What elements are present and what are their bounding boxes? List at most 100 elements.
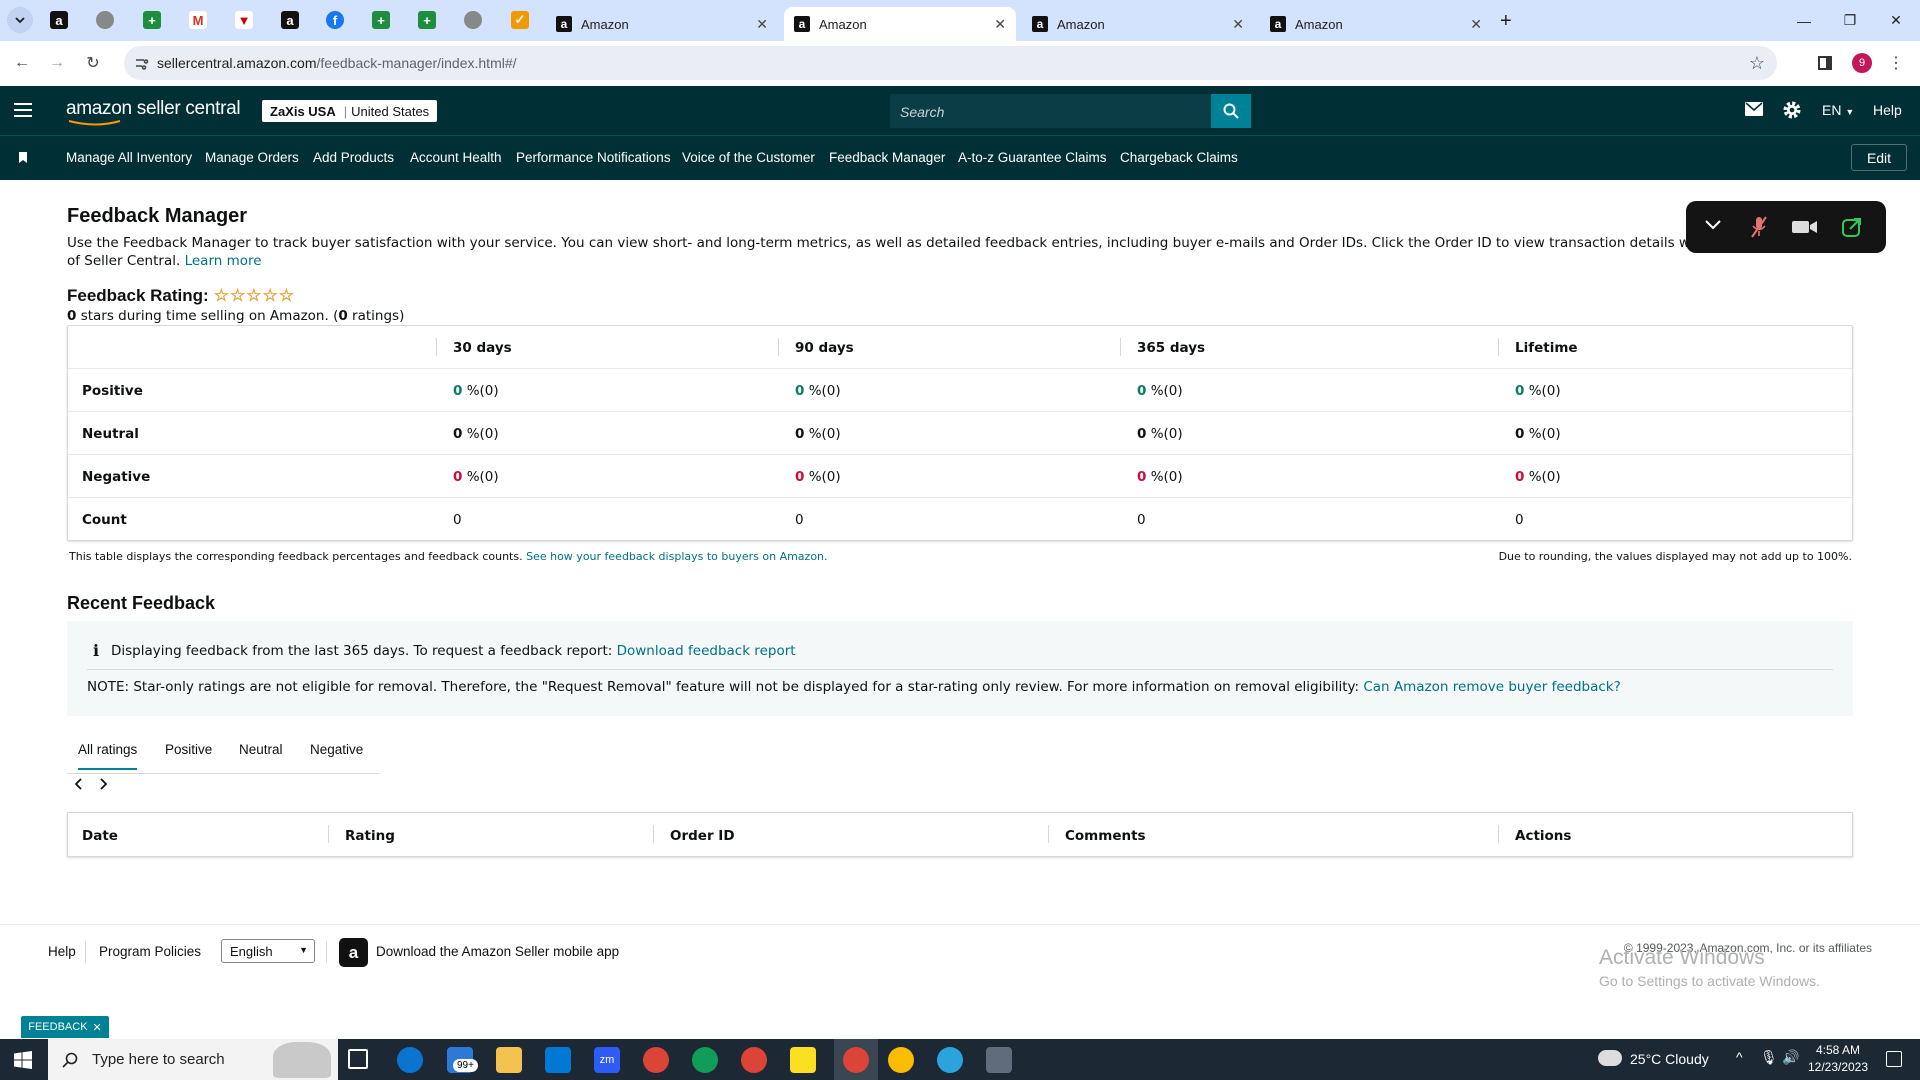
restore-button[interactable]: ❐ xyxy=(1827,0,1873,41)
nav-item-account-health[interactable]: Account Health xyxy=(410,150,502,165)
bookmark-icon[interactable] xyxy=(19,152,27,163)
close-icon[interactable]: ✕ xyxy=(93,1021,102,1034)
clock-time[interactable]: 4:58 AM xyxy=(1808,1043,1868,1057)
program-policies-link[interactable]: Program Policies xyxy=(99,944,201,959)
settings-button[interactable] xyxy=(1782,100,1802,120)
reload-button[interactable]: ↻ xyxy=(81,51,105,75)
sticky-notes-icon[interactable] xyxy=(790,1047,816,1073)
nav-item-atoz-claims[interactable]: A-to-z Guarantee Claims xyxy=(958,150,1107,165)
site-info-icon[interactable] xyxy=(134,55,150,71)
pinned-tab-app[interactable]: ✓ xyxy=(503,7,537,33)
collapse-button[interactable] xyxy=(1704,219,1722,231)
pinned-tab-sheets[interactable]: + xyxy=(135,7,169,33)
footer-language-select[interactable]: English ▼ xyxy=(221,939,315,963)
feedback-widget-tab[interactable]: FEEDBACK ✕ xyxy=(21,1016,109,1038)
new-tab-button[interactable]: + xyxy=(1500,10,1512,33)
footer-help-link[interactable]: Help xyxy=(48,944,76,959)
chrome-icon[interactable] xyxy=(888,1047,914,1073)
address-bar[interactable]: sellercentral.amazon.com/feedback-manage… xyxy=(124,46,1777,80)
column-header-order-id[interactable]: Order ID xyxy=(670,828,735,844)
seller-central-logo[interactable]: amazon seller central xyxy=(66,98,241,126)
pinned-tab-gmail[interactable]: M xyxy=(181,7,215,33)
chevron-up-icon[interactable]: ^ xyxy=(1736,1049,1743,1065)
browser-tab[interactable]: a Amazon ✕ xyxy=(1022,7,1254,41)
file-explorer-icon[interactable] xyxy=(496,1047,522,1073)
calculator-icon[interactable] xyxy=(986,1047,1012,1073)
back-button[interactable]: ← xyxy=(10,51,34,75)
close-icon[interactable]: ✕ xyxy=(1232,16,1244,33)
chrome-icon[interactable] xyxy=(741,1047,767,1073)
edit-nav-button[interactable]: Edit xyxy=(1851,144,1907,171)
hamburger-menu-button[interactable] xyxy=(14,103,32,117)
messages-button[interactable] xyxy=(1745,102,1763,116)
share-screen-button[interactable] xyxy=(1841,216,1863,238)
forward-button[interactable]: → xyxy=(45,51,69,75)
weather-cloud-icon[interactable] xyxy=(1598,1050,1622,1066)
clock-date[interactable]: 12/23/2023 xyxy=(1803,1060,1873,1074)
tab-search-button[interactable] xyxy=(3,7,37,33)
close-icon[interactable]: ✕ xyxy=(994,16,1006,33)
store-switcher[interactable]: ZaXis USA | United States xyxy=(262,100,438,122)
search-input[interactable]: Search xyxy=(890,94,1211,128)
tab-neutral[interactable]: Neutral xyxy=(239,742,283,757)
browser-menu-button[interactable]: ⋮ xyxy=(1884,51,1908,75)
chrome-icon[interactable] xyxy=(643,1047,669,1073)
close-icon[interactable]: ✕ xyxy=(756,16,768,33)
nav-item-manage-inventory[interactable]: Manage All Inventory xyxy=(66,150,192,165)
column-header-actions[interactable]: Actions xyxy=(1515,828,1571,844)
nav-item-feedback-manager[interactable]: Feedback Manager xyxy=(829,150,945,165)
telegram-icon[interactable] xyxy=(937,1047,963,1073)
task-view-icon[interactable] xyxy=(348,1049,368,1069)
close-icon[interactable]: ✕ xyxy=(1470,16,1482,33)
browser-tab-active[interactable]: a Amazon ✕ xyxy=(784,7,1016,41)
speaker-icon[interactable]: 🔊 xyxy=(1782,1049,1799,1066)
browser-tab[interactable]: a Amazon ✕ xyxy=(1260,7,1492,41)
microphone-icon[interactable]: 🎙 xyxy=(1760,1049,1778,1066)
weather-text[interactable]: 25°C Cloudy xyxy=(1630,1051,1709,1067)
language-selector[interactable]: EN ▼ xyxy=(1822,102,1854,118)
start-button[interactable] xyxy=(14,1051,32,1069)
profile-button[interactable]: 9 xyxy=(1850,51,1874,75)
bookmark-star-icon[interactable]: ☆ xyxy=(1749,53,1765,74)
column-header-date[interactable]: Date xyxy=(82,828,118,844)
pinned-tab-facebook[interactable]: f xyxy=(318,7,352,33)
pinned-tab-sheets-3[interactable]: + xyxy=(410,7,444,33)
download-report-link[interactable]: Download feedback report xyxy=(617,643,796,659)
edge-icon[interactable] xyxy=(397,1047,423,1073)
help-link[interactable]: Help xyxy=(1873,102,1902,118)
pinned-tab-amazon-2[interactable]: a xyxy=(273,7,307,33)
taskbar-search[interactable]: Type here to search xyxy=(48,1039,338,1080)
learn-more-link[interactable]: Learn more xyxy=(185,253,262,269)
camera-button[interactable] xyxy=(1792,219,1818,235)
notification-center-icon[interactable] xyxy=(1886,1051,1902,1067)
feedback-display-link[interactable]: See how your feedback displays to buyers… xyxy=(526,550,827,563)
removal-eligibility-link[interactable]: Can Amazon remove buyer feedback? xyxy=(1363,679,1620,695)
minimize-button[interactable]: — xyxy=(1781,0,1827,41)
browser-tab[interactable]: a Amazon ✕ xyxy=(546,7,778,41)
close-window-button[interactable]: ✕ xyxy=(1873,0,1919,41)
zoom-icon[interactable]: zm xyxy=(594,1047,620,1073)
pinned-tab-sheets-2[interactable]: + xyxy=(364,7,398,33)
tab-positive[interactable]: Positive xyxy=(165,742,212,757)
pinned-tab-red[interactable]: ▼ xyxy=(227,7,261,33)
column-header-comments[interactable]: Comments xyxy=(1065,828,1146,844)
download-app-link[interactable]: Download the Amazon Seller mobile app xyxy=(376,944,619,959)
pinned-tab-amazon[interactable]: a xyxy=(42,7,76,33)
nav-item-manage-orders[interactable]: Manage Orders xyxy=(205,150,299,165)
nav-item-voice-of-customer[interactable]: Voice of the Customer xyxy=(682,150,815,165)
tab-negative[interactable]: Negative xyxy=(310,742,363,757)
prev-page-button[interactable] xyxy=(74,778,84,790)
tab-all-ratings[interactable]: All ratings xyxy=(78,742,138,770)
column-header-rating[interactable]: Rating xyxy=(345,828,395,844)
taskbar-active-app[interactable] xyxy=(834,1039,878,1080)
chrome-icon[interactable] xyxy=(692,1047,718,1073)
search-button[interactable] xyxy=(1211,94,1251,128)
side-panel-button[interactable] xyxy=(1813,51,1837,75)
nav-item-performance-notifications[interactable]: Performance Notifications xyxy=(516,150,671,165)
next-page-button[interactable] xyxy=(98,778,108,790)
nav-item-add-products[interactable]: Add Products xyxy=(313,150,394,165)
store-icon[interactable] xyxy=(545,1047,571,1073)
mail-icon[interactable]: 99+ xyxy=(447,1047,478,1073)
pinned-tab-globe-2[interactable] xyxy=(456,7,490,33)
pinned-tab-globe[interactable] xyxy=(88,7,122,33)
